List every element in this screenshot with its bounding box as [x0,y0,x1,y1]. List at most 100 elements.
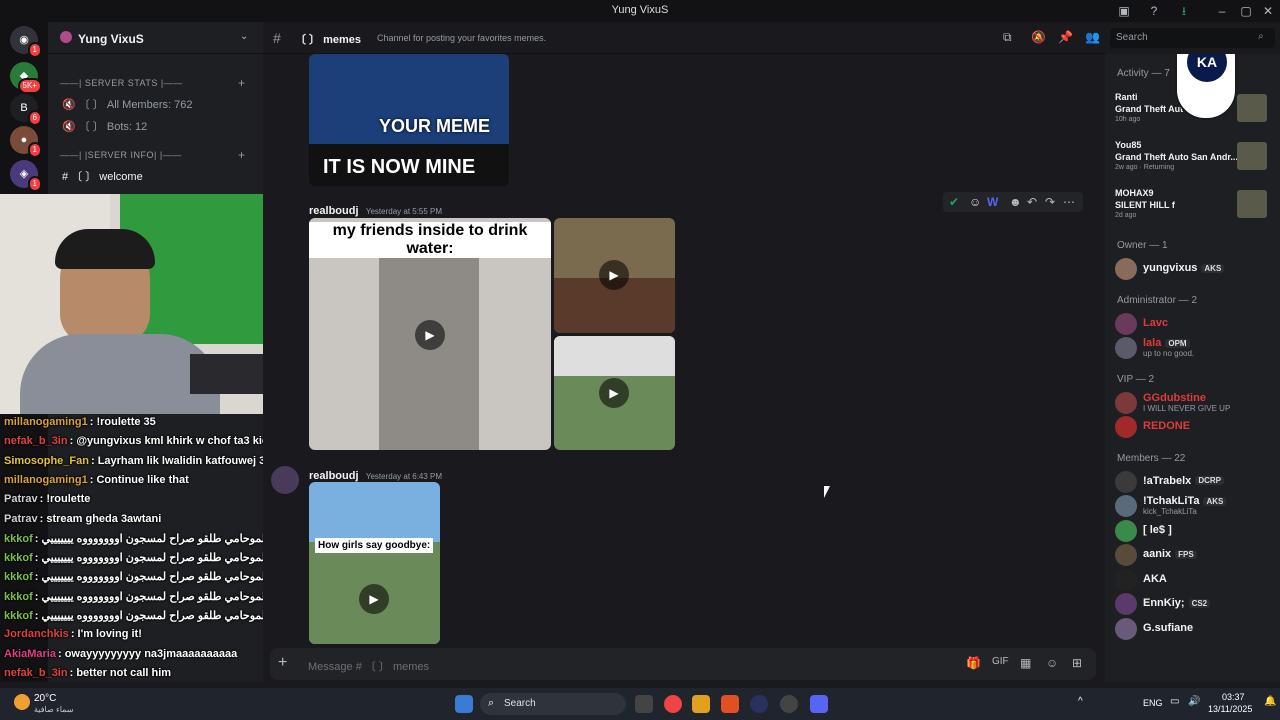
brave-icon[interactable] [721,695,739,713]
help-icon[interactable]: ? [1146,3,1162,19]
close-icon[interactable]: ✕ [1260,3,1276,19]
server-icon[interactable]: ◈ 1 [10,160,42,192]
server-header[interactable]: Yung VixuS ⌄ [48,22,263,54]
add-channel-icon[interactable]: + [238,148,245,162]
chat-text: : owayyyyyyyyy na3jmaaaaaaaaaa [57,647,238,660]
activity-item[interactable]: MOHAX9 SILENT HILL f 2d ago [1115,188,1275,228]
sticker-icon[interactable]: ▦ [1020,656,1031,670]
chat-text: : stream gheda 3awtani [39,512,162,525]
stream-chat-line: kkkof: وخلص لموحامي طلقو صراح لمسجون اوو… [4,532,297,545]
more-icon[interactable]: ⋯ [1063,195,1075,209]
member-item[interactable]: yungvixus AKS [1115,258,1275,280]
chat-username: millanogaming1 [4,473,88,486]
mute-icon[interactable]: 🔕 [1031,30,1046,44]
member-status: I WILL NEVER GIVE UP [1143,403,1231,413]
category-server-stats[interactable]: ——| SERVER STATS |—— [60,78,183,88]
reply-icon[interactable]: ↶ [1027,195,1037,209]
stream-chat-line: kkkof: وخلص لموحامي طلقو صراح لمسجون اوو… [4,590,297,603]
add-channel-icon[interactable]: + [238,76,245,90]
chat-username: kkkof [4,571,33,584]
tray-chevron-icon[interactable]: ^ [1078,696,1083,707]
reaction-w-icon[interactable]: W [987,195,998,209]
member-item[interactable]: Lavc [1115,312,1275,335]
member-item[interactable]: AKA [1115,568,1275,591]
member-item[interactable]: [ le$ ] [1115,519,1275,542]
chrome-icon[interactable] [664,695,682,713]
app-icon[interactable] [750,695,768,713]
voice-channel-all-members[interactable]: 🔇 〔 〕 All Members: 762 [62,96,192,112]
add-attachment-icon[interactable]: + [278,654,287,672]
meme-image[interactable]: YOUR MEME IT IS NOW MINE [309,54,509,186]
gift-icon[interactable]: 🎁 [966,656,981,670]
voice-channel-bots[interactable]: 🔇 〔 〕 Bots: 12 [62,118,147,134]
play-icon[interactable]: ▶ [599,378,629,408]
activity-item[interactable]: You85 Grand Theft Auto San Andr... 2w ago … [1115,140,1275,180]
minimize-icon[interactable]: – [1214,3,1230,19]
member-item[interactable]: aanix FPS [1115,544,1275,566]
member-item[interactable]: !TchakLiTa AKS kick_TchakLiTa [1115,495,1275,517]
server-icon[interactable]: ◆ 5K+ [10,62,42,94]
category-server-info[interactable]: ——| |SERVER INFO| |—— [60,150,182,160]
threads-icon[interactable]: ⧉ [1003,30,1012,45]
avatar[interactable] [271,466,299,494]
timestamp: Yesterday at 6:43 PM [365,472,443,481]
add-reaction-icon[interactable]: ☻ [1009,195,1022,209]
volume-icon[interactable]: 🔊 [1188,696,1200,707]
author-name[interactable]: realboudj [309,470,359,482]
play-icon[interactable]: ▶ [359,584,389,614]
member-item[interactable]: lala OPM up to no good. [1115,337,1275,359]
task-view-icon[interactable] [635,695,653,713]
author-name[interactable]: realboudj [309,205,359,217]
member-item[interactable]: !aTrabelx DCRP [1115,470,1275,493]
member-name: aanix FPS [1143,548,1197,560]
server-icon[interactable]: B6 [10,94,42,126]
discord-icon[interactable] [810,695,828,713]
gif-icon[interactable]: GIF [992,656,1009,667]
member-item[interactable]: GGdubstine I WILL NEVER GIVE UP [1115,391,1275,414]
server-icon[interactable]: ● 1 [10,126,42,158]
weather-icon[interactable] [14,694,30,710]
search-icon: ⌕ [488,697,495,709]
member-item[interactable]: REDONE [1115,416,1275,438]
discord-home-icon[interactable]: ◉ 1 [10,26,42,58]
download-icon[interactable]: ⭳ [1176,3,1192,19]
file-explorer-icon[interactable] [692,695,710,713]
search-input[interactable]: Search ⌕ [1110,28,1275,48]
mouse-cursor [824,486,830,498]
play-icon[interactable]: ▶ [415,320,445,350]
video-attachment[interactable]: How girls say goodbye: ▶ [309,482,440,644]
language-indicator[interactable]: ENG [1143,698,1163,708]
pin-icon[interactable]: 📌 [1058,30,1073,44]
forward-icon[interactable]: ↷ [1045,195,1055,209]
maximize-icon[interactable]: ▢ [1238,3,1254,19]
message-composer[interactable]: + Message # 〔 〕 memes 🎁 GIF ▦ ☺ ⊞ [270,648,1096,680]
emoji-icon[interactable]: ☺ [1046,656,1058,670]
chevron-down-icon[interactable]: ⌄ [240,31,248,42]
clock-time[interactable]: 03:37 [1222,692,1245,702]
inbox-icon[interactable]: ▣ [1116,3,1132,19]
steam-icon[interactable] [780,695,798,713]
reaction-check-icon[interactable]: ✔ [949,195,959,209]
start-icon[interactable] [455,695,473,713]
activity-header[interactable]: Activity — 7 [1117,68,1170,79]
video-attachment[interactable]: ▶ [554,336,675,450]
chat-text: : Layrham lik lwalidin katfouwej 3lina [90,454,285,467]
members-icon[interactable]: 👥 [1085,30,1100,44]
member-item[interactable]: G.sufiane [1115,617,1275,640]
video-attachment[interactable]: my friends inside to drink water: ▶ [309,218,551,450]
member-item[interactable]: EnnKiy; CS2 [1115,593,1275,615]
message-input[interactable]: Message # 〔 〕 memes [308,658,429,674]
avatar [1115,568,1137,591]
network-icon[interactable]: ▭ [1170,696,1179,707]
notification-icon[interactable]: 🔔 [1264,696,1276,707]
play-icon[interactable]: ▶ [599,260,629,290]
chat-username: Patrav [4,512,38,525]
reaction-laugh-icon[interactable]: ☺ [969,195,981,209]
message-actions-toolbar: ✔ ☺ W ☻ ↶ ↷ ⋯ [943,192,1083,212]
game-thumbnail [1237,142,1267,170]
video-attachment[interactable]: ▶ [554,218,675,333]
channel-welcome[interactable]: # 〔 〕 welcome [62,168,143,184]
taskbar-search[interactable]: ⌕ Search [480,693,626,715]
clock-date[interactable]: 13/11/2025 [1208,704,1252,714]
apps-icon[interactable]: ⊞ [1072,656,1082,670]
